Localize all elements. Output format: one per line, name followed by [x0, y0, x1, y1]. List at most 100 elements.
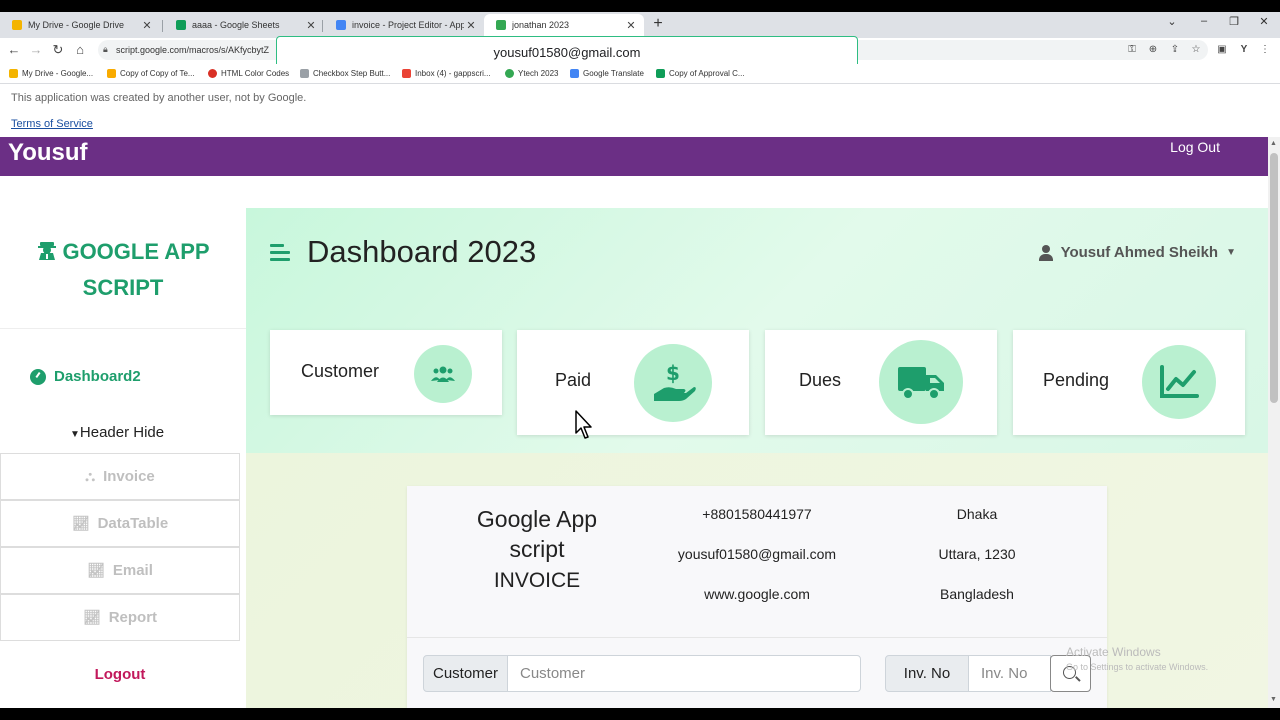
- new-tab-plus-icon[interactable]: +: [650, 15, 666, 33]
- lock-icon: 🔒︎: [103, 44, 108, 54]
- terms-of-service-link[interactable]: Terms of Service: [11, 118, 93, 130]
- bookmark-favicon-icon: [505, 69, 514, 78]
- header-hide-toggle[interactable]: ▼Header Hide: [70, 424, 164, 441]
- hamburger-menu-icon[interactable]: [270, 244, 290, 265]
- bookmarks-bar: My Drive - Google... Copy of Copy of Te.…: [0, 64, 1280, 84]
- page-scrollbar[interactable]: ▲ ▼: [1268, 137, 1280, 708]
- bookmark-item[interactable]: Google Translate: [570, 69, 644, 78]
- key-icon[interactable]: ⚿: [1125, 44, 1139, 55]
- customer-input-label: Customer: [423, 655, 508, 692]
- card-label: Customer: [301, 361, 380, 381]
- zoom-icon[interactable]: ⊕: [1146, 44, 1160, 55]
- mouse-cursor-icon: [575, 410, 592, 439]
- kebab-menu-icon[interactable]: ⋮: [1258, 44, 1272, 55]
- svg-text:$: $: [666, 362, 680, 385]
- bookmark-label: HTML Color Codes: [221, 69, 290, 78]
- share-icon[interactable]: ⇪: [1168, 44, 1182, 55]
- page-title: Dashboard 2023: [307, 234, 537, 269]
- apps-script-favicon-icon: [336, 20, 346, 30]
- reload-icon[interactable]: ↻: [50, 42, 66, 58]
- tab-title: aaaa - Google Sheets: [192, 20, 280, 30]
- sidebar-logout-button[interactable]: Logout: [0, 666, 240, 683]
- invoice-number-label: Inv. No: [885, 655, 969, 692]
- sidebar-item-invoice[interactable]: ⛬ Invoice: [0, 453, 240, 500]
- stat-card-dues[interactable]: Dues: [765, 330, 997, 435]
- sidebar-item-report[interactable]: 📈︎ Report: [0, 594, 240, 641]
- scroll-thumb[interactable]: [1270, 153, 1278, 403]
- close-icon[interactable]: ✕: [624, 19, 638, 32]
- browser-tab-jonathan[interactable]: jonathan 2023 ✕: [484, 14, 644, 36]
- browser-tab-strip: My Drive - Google Drive ✕ aaaa - Google …: [0, 0, 1280, 38]
- browser-tab-sheets[interactable]: aaaa - Google Sheets ✕: [164, 14, 324, 36]
- sidebar-item-dashboard2[interactable]: Dashboard2: [30, 368, 141, 385]
- forward-arrow-icon[interactable]: →: [28, 42, 44, 57]
- tab-search-chevron-icon[interactable]: ⌄: [1164, 15, 1180, 28]
- bookmark-favicon-icon: [107, 69, 116, 78]
- url-text: script.google.com/macros/s/AKfycbytZ: [116, 45, 270, 55]
- bookmark-favicon-icon: [570, 69, 579, 78]
- close-icon[interactable]: ✕: [140, 19, 154, 32]
- browser-tab-drive[interactable]: My Drive - Google Drive ✕: [0, 14, 160, 36]
- tab-title: invoice - Project Editor - Apps Sc: [352, 20, 464, 30]
- hand-dollar-icon: $: [634, 344, 712, 422]
- customer-input[interactable]: Customer: [507, 655, 861, 692]
- share-nodes-icon: ⛬: [85, 468, 96, 484]
- bookmark-item[interactable]: Checkbox Step Butt...: [300, 69, 390, 78]
- caret-down-icon: ▼: [70, 429, 80, 440]
- sidebar-item-email[interactable]: 📈︎ Email: [0, 547, 240, 594]
- bookmark-label: Copy of Copy of Te...: [120, 69, 195, 78]
- bookmark-item[interactable]: Ytech 2023: [505, 69, 558, 78]
- bookmark-favicon-icon: [402, 69, 411, 78]
- window-close-icon[interactable]: ✕: [1256, 15, 1272, 28]
- minimize-icon[interactable]: –: [1196, 15, 1212, 27]
- sidebar-item-datatable[interactable]: 📈︎ DataTable: [0, 500, 240, 547]
- search-button[interactable]: [1050, 655, 1091, 692]
- search-icon-handle: [1075, 676, 1081, 682]
- close-icon[interactable]: ✕: [304, 19, 318, 32]
- stat-card-customer[interactable]: Customer: [270, 330, 502, 415]
- header-hide-label: Header Hide: [79, 424, 165, 441]
- browser-tab-project-editor[interactable]: invoice - Project Editor - Apps Sc ✕: [324, 14, 484, 36]
- gauge-icon: [30, 368, 46, 385]
- bookmark-item[interactable]: Copy of Approval C...: [656, 69, 745, 78]
- scroll-down-icon[interactable]: ▼: [1270, 696, 1277, 703]
- invoice-title: INVOICE: [493, 569, 581, 592]
- line-chart-icon: 📈︎: [71, 515, 90, 531]
- phone-number: +8801580441977: [702, 506, 812, 522]
- invoice-number-input[interactable]: Inv. No: [968, 655, 1051, 692]
- back-arrow-icon[interactable]: ←: [6, 42, 22, 57]
- stat-card-pending[interactable]: Pending: [1013, 330, 1245, 435]
- bookmark-favicon-icon: [656, 69, 665, 78]
- sidebar: GOOGLE APP SCRIPT Dashboard2 ▼Header Hid…: [0, 176, 246, 708]
- email-address: yousuf01580@gmail.com: [677, 546, 837, 562]
- website: www.google.com: [704, 586, 810, 602]
- address-area: Uttara, 1230: [938, 546, 1016, 562]
- stat-card-paid[interactable]: Paid $: [517, 330, 749, 435]
- user-dropdown[interactable]: Yousuf Ahmed Sheikh ▼: [1038, 244, 1236, 261]
- maximize-icon[interactable]: ❐: [1226, 15, 1242, 28]
- dashboard-header: Dashboard 2023 Yousuf Ahmed Sheikh ▼ Cus…: [246, 208, 1268, 453]
- home-icon[interactable]: ⌂: [72, 42, 88, 57]
- logout-link[interactable]: Log Out: [1170, 139, 1220, 155]
- bookmark-item[interactable]: HTML Color Codes: [208, 69, 289, 78]
- sidebar-toggle-icon[interactable]: ▣: [1215, 44, 1229, 55]
- star-icon[interactable]: ☆: [1189, 44, 1203, 55]
- bookmark-item[interactable]: Inbox (4) - gappscri...: [402, 69, 491, 78]
- extension-icon[interactable]: Y: [1237, 44, 1251, 55]
- bookmark-item[interactable]: Copy of Copy of Te...: [107, 69, 195, 78]
- card-label: Pending: [1043, 370, 1110, 390]
- card-label: Dues: [799, 370, 842, 390]
- bookmark-favicon-icon: [300, 69, 309, 78]
- chart-line-icon: [1142, 345, 1216, 419]
- top-navbar: Yousuf Log Out: [0, 137, 1268, 176]
- close-icon[interactable]: ✕: [464, 19, 478, 32]
- bookmark-label: Checkbox Step Butt...: [313, 69, 391, 78]
- divider: [407, 637, 1107, 638]
- tab-title: jonathan 2023: [512, 20, 570, 30]
- scroll-up-icon[interactable]: ▲: [1270, 140, 1277, 147]
- screen-bottom-edge: [0, 708, 1280, 720]
- user-icon: [1038, 244, 1053, 261]
- bookmark-item[interactable]: My Drive - Google...: [9, 69, 93, 78]
- company-name-line: Google App: [476, 506, 598, 532]
- user-name: Yousuf Ahmed Sheikh: [1060, 244, 1219, 261]
